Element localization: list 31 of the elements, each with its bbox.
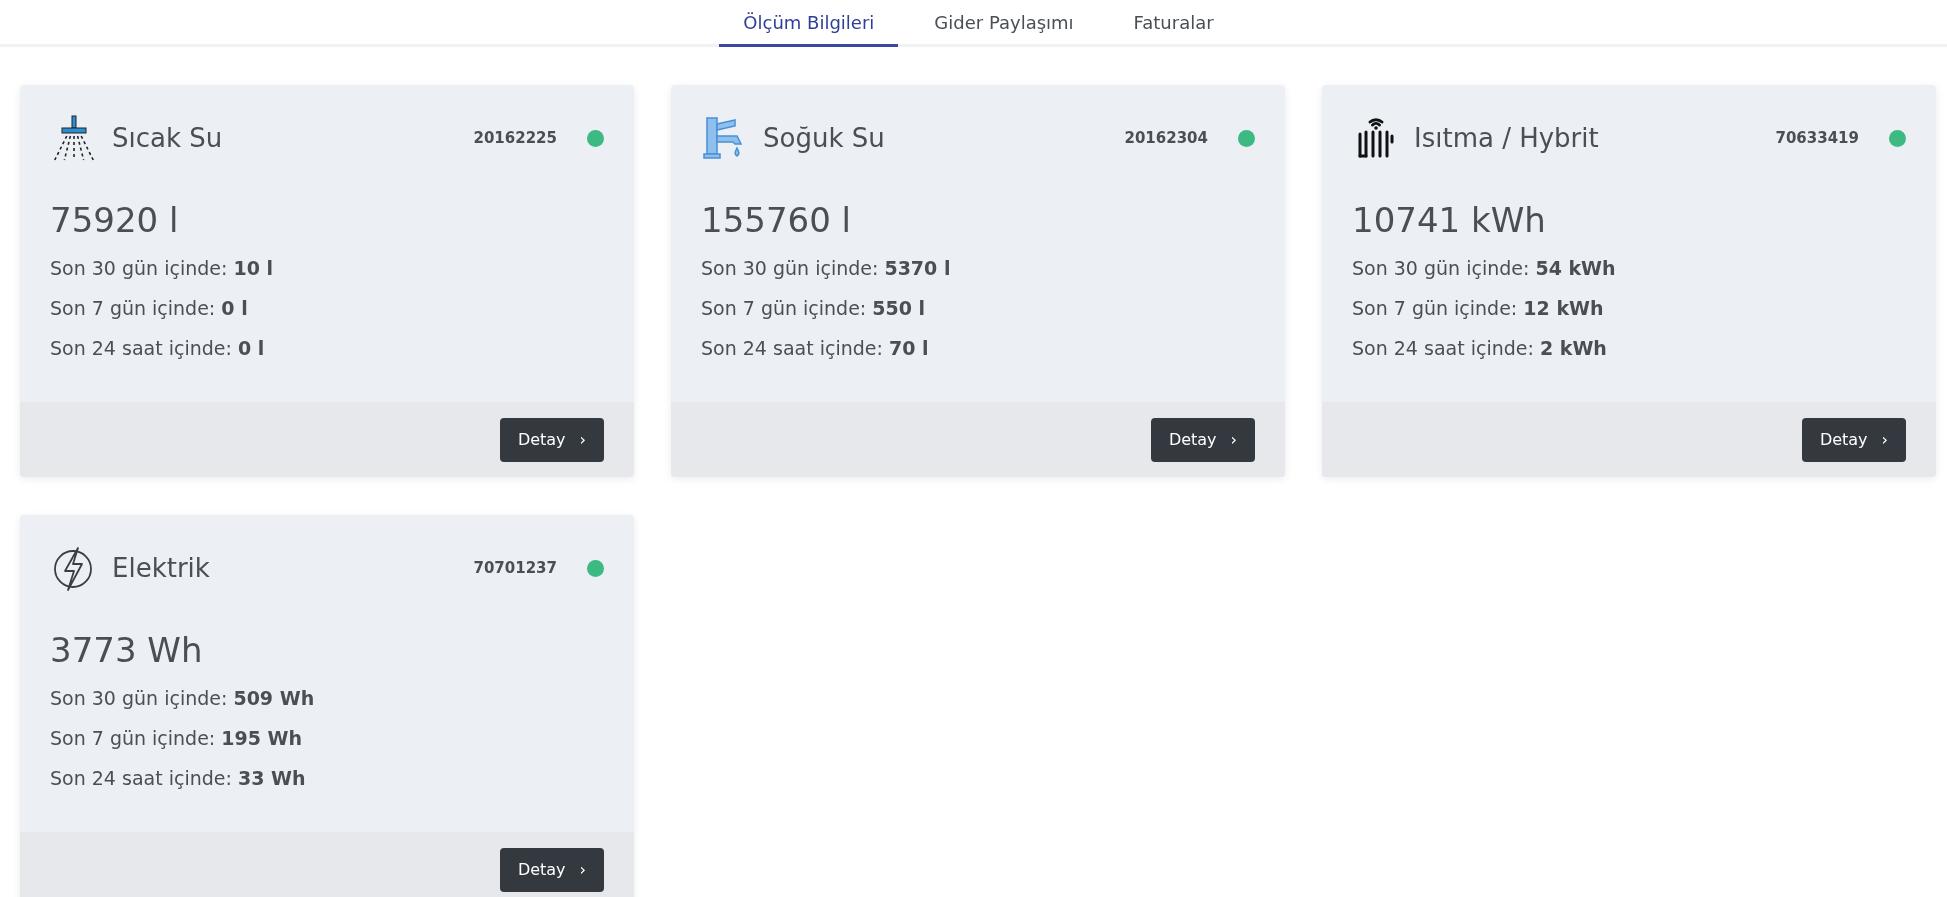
tab[interactable]: Gider Paylaşımı [910,0,1098,47]
usage-line: Son 7 gün içinde: 12 kWh [1352,296,1605,321]
serial-number: 70701237 [473,559,557,577]
serial-number: 20162304 [1124,129,1208,147]
detail-button[interactable]: Detay › [1150,417,1255,462]
meter-title: Isıtma / Hybrit [1414,123,1600,153]
meter-total: 155760 l [701,199,853,242]
serial-number: 70633419 [1775,129,1859,147]
usage-line: Son 30 gün içinde: 54 kWh [1352,256,1617,281]
meter-title: Soğuk Su [763,123,886,153]
usage-line: Son 30 gün içinde: 5370 l [701,256,952,281]
usage-line: Son 24 saat içinde: 0 l [50,336,266,361]
usage-line: Son 7 gün içinde: 0 l [50,296,249,321]
meter-total: 3773 Wh [50,629,204,672]
meter-total: 75920 l [50,199,180,242]
meter-title: Elektrik [112,553,211,583]
tab[interactable]: Faturalar [1109,0,1238,47]
tab[interactable]: Ölçüm Bilgileri [719,0,899,47]
usage-line: Son 24 saat içinde: 33 Wh [50,766,307,791]
meter-total: 10741 kWh [1352,199,1547,242]
usage-line: Son 24 saat içinde: 70 l [701,336,930,361]
usage-line: Son 7 gün içinde: 550 l [701,296,927,321]
usage-line: Son 24 saat içinde: 2 kWh [1352,336,1608,361]
usage-line: Son 7 gün içinde: 195 Wh [50,726,304,751]
usage-line: Son 30 gün içinde: 10 l [50,256,274,281]
detail-button[interactable]: Detay › [1801,417,1906,462]
usage-line: Son 30 gün içinde: 509 Wh [50,686,316,711]
detail-button[interactable]: Detay › [499,847,604,892]
detail-button[interactable]: Detay › [499,417,604,462]
meter-title: Sıcak Su [112,123,224,153]
serial-number: 20162225 [473,129,557,147]
